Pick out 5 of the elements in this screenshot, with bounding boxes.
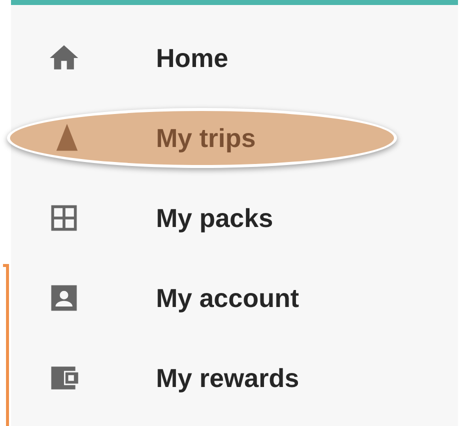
menu-item[interactable]: My rewards [11, 348, 300, 408]
menu-item[interactable]: My account [11, 268, 300, 328]
menu-item[interactable]: My packs [11, 188, 274, 248]
menu-item[interactable]: Home [11, 28, 228, 88]
menu-item[interactable]: My trips [7, 108, 397, 168]
